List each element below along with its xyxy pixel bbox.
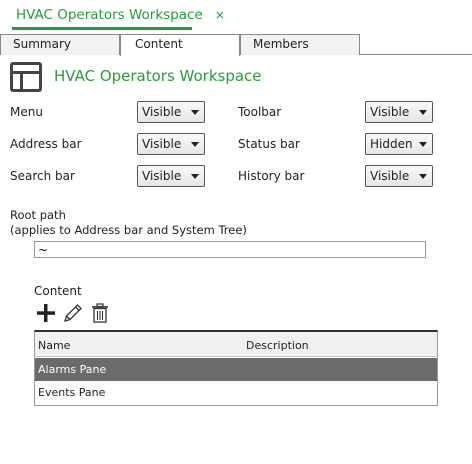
address-bar-label: Address bar (10, 137, 82, 151)
chevron-down-icon (191, 110, 199, 115)
root-path-label: Root path (applies to Address bar and Sy… (10, 208, 247, 238)
tab-summary[interactable]: Summary (0, 34, 120, 55)
page-title: HVAC Operators Workspace (54, 67, 262, 85)
table-row[interactable]: Events Pane (35, 381, 437, 404)
add-icon[interactable] (35, 302, 57, 324)
menu-dropdown-value: Visible (142, 105, 182, 119)
address-bar-dropdown-value: Visible (142, 137, 182, 151)
status-bar-dropdown-value: Hidden (370, 137, 413, 151)
delete-trash-icon[interactable] (89, 302, 111, 324)
root-path-label-title: Root path (10, 208, 66, 222)
close-icon[interactable]: × (215, 8, 225, 22)
tab-members[interactable]: Members (240, 34, 360, 55)
root-path-input[interactable] (34, 241, 426, 258)
row-name: Events Pane (38, 386, 106, 399)
menu-label: Menu (10, 105, 43, 119)
history-bar-label: History bar (238, 169, 305, 183)
toolbar-dropdown[interactable]: Visible (365, 101, 433, 123)
column-header-description[interactable]: Description (246, 339, 309, 352)
row-name: Alarms Pane (38, 363, 107, 376)
tab-content[interactable]: Content (120, 34, 240, 56)
search-bar-label: Search bar (10, 169, 75, 183)
menu-dropdown[interactable]: Visible (137, 101, 205, 123)
history-bar-dropdown-value: Visible (370, 169, 410, 183)
column-header-name[interactable]: Name (38, 339, 70, 352)
chevron-down-icon (191, 142, 199, 147)
content-section-label: Content (34, 284, 82, 298)
tab-strip: Summary Content Members (0, 34, 472, 56)
search-bar-dropdown-value: Visible (142, 169, 182, 183)
workspace-layout-icon (10, 62, 42, 92)
history-bar-dropdown[interactable]: Visible (365, 165, 433, 187)
toolbar-dropdown-value: Visible (370, 105, 410, 119)
status-bar-dropdown[interactable]: Hidden (365, 133, 433, 155)
status-bar-label: Status bar (238, 137, 300, 151)
document-tab-title[interactable]: HVAC Operators Workspace (12, 7, 207, 23)
toolbar-label: Toolbar (238, 105, 282, 119)
chevron-down-icon (191, 174, 199, 179)
chevron-down-icon (419, 174, 427, 179)
document-tab[interactable]: HVAC Operators Workspace × (12, 0, 225, 30)
active-document-indicator (12, 27, 192, 30)
chevron-down-icon (419, 142, 427, 147)
chevron-down-icon (419, 110, 427, 115)
address-bar-dropdown[interactable]: Visible (137, 133, 205, 155)
root-path-label-hint: (applies to Address bar and System Tree) (10, 223, 247, 237)
table-header: Name Description (35, 332, 437, 357)
search-bar-dropdown[interactable]: Visible (137, 165, 205, 187)
edit-pencil-icon[interactable] (62, 302, 84, 324)
table-row[interactable]: Alarms Pane (35, 358, 437, 381)
content-table: Name Description Alarms Pane Events Pane (34, 330, 438, 406)
